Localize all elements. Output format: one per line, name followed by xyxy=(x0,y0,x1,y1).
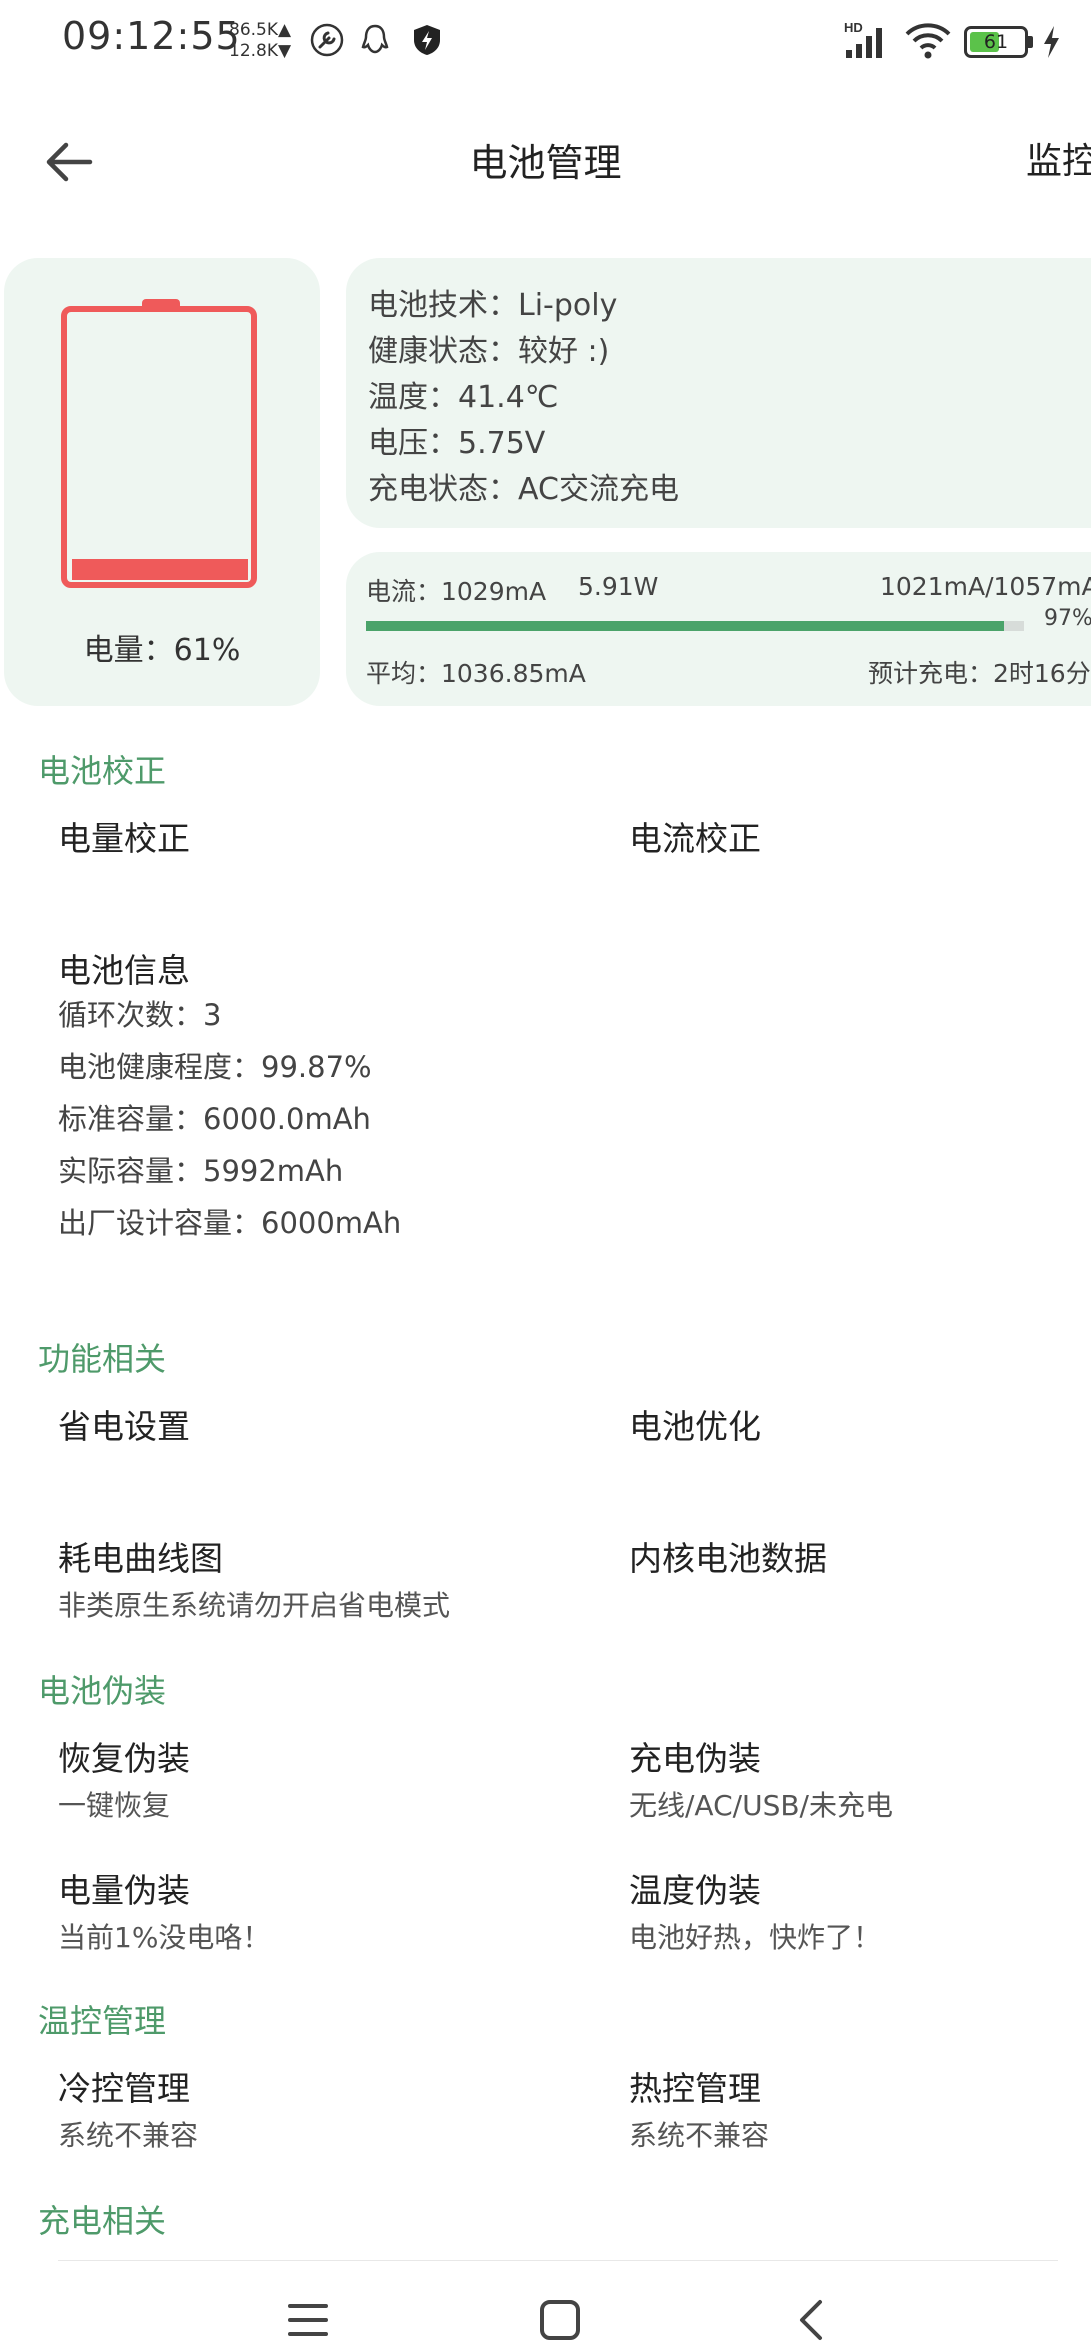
thermal-control-item[interactable]: 热控管理 系统不兼容 xyxy=(629,2062,769,2154)
current-calibration-item[interactable]: 电流校正 xyxy=(629,812,761,860)
battery-optimize-item[interactable]: 电池优化 xyxy=(629,1400,761,1448)
svg-text:HD: HD xyxy=(844,20,863,35)
cycle-count: 循环次数：3 xyxy=(58,998,222,1032)
battery-graphic-fill xyxy=(72,559,248,580)
item-subtitle: 当前1%没电咯！ xyxy=(58,1921,271,1954)
current-progress-fill xyxy=(366,621,1005,631)
item-title: 充电伪装 xyxy=(629,1739,761,1778)
average-current: 平均：1036.85mA xyxy=(366,659,586,688)
item-title: 热控管理 xyxy=(629,2069,761,2108)
charging-bolt-icon xyxy=(1044,26,1059,58)
item-title: 耗电曲线图 xyxy=(58,1539,223,1578)
shield-bolt-icon xyxy=(414,25,440,55)
item-title: 恢复伪装 xyxy=(58,1739,190,1778)
back-icon[interactable] xyxy=(788,2296,836,2344)
design-capacity: 出厂设计容量：6000mAh xyxy=(58,1206,402,1240)
item-title: 内核电池数据 xyxy=(629,1539,827,1578)
section-disguise-heading: 电池伪装 xyxy=(38,1672,167,1710)
home-icon[interactable] xyxy=(536,2296,584,2344)
item-subtitle: 系统不兼容 xyxy=(629,2119,770,2152)
status-battery-tip xyxy=(1028,36,1033,48)
item-subtitle: 无线/AC/USB/未充电 xyxy=(629,1789,893,1822)
item-subtitle: 电池好热，快炸了！ xyxy=(629,1921,882,1954)
charging-disguise-item[interactable]: 充电伪装 无线/AC/USB/未充电 xyxy=(629,1732,893,1824)
page-title: 电池管理 xyxy=(469,141,622,185)
item-title: 省电设置 xyxy=(58,1407,190,1446)
status-battery-level: 61 xyxy=(983,31,1009,53)
item-title: 温度伪装 xyxy=(629,1871,761,1910)
menu-icon[interactable] xyxy=(284,2296,332,2344)
cell-signal-icon: HD xyxy=(844,20,882,58)
battery-tech: 电池技术：Li-poly xyxy=(368,288,618,323)
item-subtitle: 系统不兼容 xyxy=(58,2119,199,2152)
current-value: 电流：1029mA xyxy=(366,577,547,606)
power-saving-item[interactable]: 省电设置 xyxy=(58,1400,190,1448)
battery-graphic xyxy=(61,306,257,588)
status-time: 09:12:55 xyxy=(62,14,241,58)
current-range: 1021mA/1057mA xyxy=(880,572,1091,601)
status-battery-icon: 61 xyxy=(964,26,1028,58)
network-speed: 86.5K▲ 12.8K▼ xyxy=(229,20,291,62)
power-curve-item[interactable]: 耗电曲线图 非类原生系统请勿开启省电模式 xyxy=(58,1532,450,1624)
power-value: 5.91W xyxy=(578,572,659,601)
monitor-button[interactable]: 监控 xyxy=(1026,132,1091,184)
nav-divider xyxy=(58,2260,1058,2261)
battery-level-label: 电量：61% xyxy=(83,633,241,668)
qq-icon xyxy=(361,24,389,54)
battery-voltage: 电压：5.75V xyxy=(368,426,546,461)
actual-capacity: 实际容量：5992mAh xyxy=(58,1154,344,1188)
cold-control-item[interactable]: 冷控管理 系统不兼容 xyxy=(58,2062,198,2154)
item-title: 冷控管理 xyxy=(58,2069,190,2108)
section-calibration-heading: 电池校正 xyxy=(38,752,167,790)
item-subtitle: 一键恢复 xyxy=(58,1789,171,1822)
item-subtitle: 非类原生系统请勿开启省电模式 xyxy=(58,1589,451,1622)
kernel-battery-data-item[interactable]: 内核电池数据 xyxy=(629,1532,827,1580)
wrench-icon xyxy=(310,23,344,57)
current-percent: 97% xyxy=(1044,606,1091,631)
level-disguise-item[interactable]: 电量伪装 当前1%没电咯！ xyxy=(58,1864,270,1956)
standard-capacity: 标准容量：6000.0mAh xyxy=(58,1102,371,1136)
section-features-heading: 功能相关 xyxy=(38,1340,167,1378)
section-charging-heading: 充电相关 xyxy=(38,2202,167,2240)
health-percent: 电池健康程度：99.87% xyxy=(58,1050,372,1084)
capacity-calibration-item[interactable]: 电量校正 xyxy=(58,812,190,860)
item-title: 电池优化 xyxy=(629,1407,761,1446)
current-progress-bar xyxy=(366,621,1024,631)
net-down: 12.8K▼ xyxy=(229,41,292,61)
battery-health: 健康状态：较好 :) xyxy=(368,334,610,369)
battery-info-title: 电池信息 xyxy=(58,951,190,990)
charging-state: 充电状态：AC交流充电 xyxy=(368,472,679,507)
item-title: 电量伪装 xyxy=(58,1871,190,1910)
wifi-icon xyxy=(905,23,951,59)
temperature-disguise-item[interactable]: 温度伪装 电池好热，快炸了！ xyxy=(629,1864,881,1956)
net-up: 86.5K▲ xyxy=(229,20,292,40)
section-thermal-heading: 温控管理 xyxy=(38,2002,167,2040)
charge-estimate: 预计充电：2时16分 xyxy=(868,659,1091,688)
restore-disguise-item[interactable]: 恢复伪装 一键恢复 xyxy=(58,1732,190,1824)
battery-temperature: 温度：41.4℃ xyxy=(368,380,559,415)
